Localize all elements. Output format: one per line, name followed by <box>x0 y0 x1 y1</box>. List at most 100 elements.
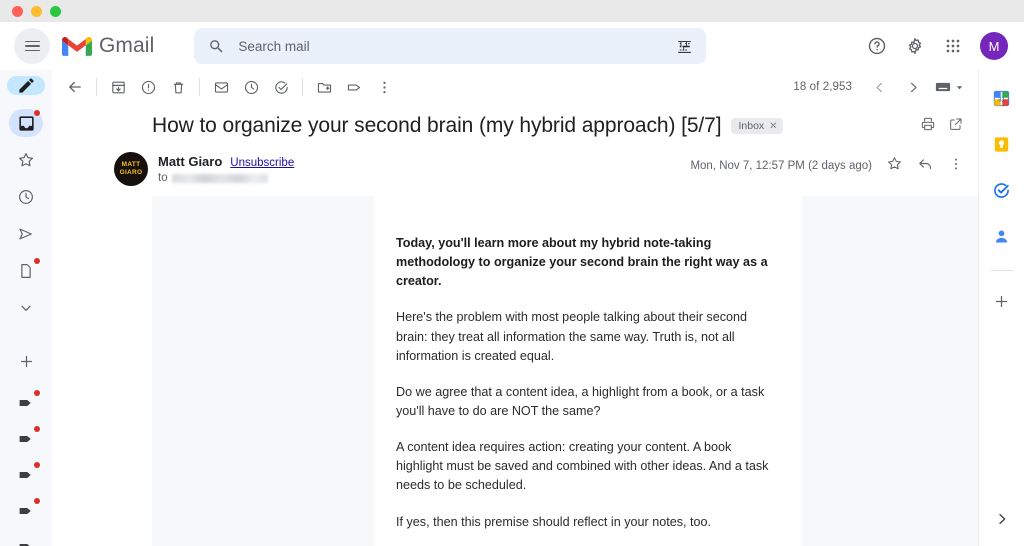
add-ons-button[interactable] <box>988 287 1016 315</box>
google-contacts-button[interactable] <box>988 222 1016 250</box>
sidebar-label-item[interactable] <box>9 425 43 453</box>
sidebar-item-starred[interactable] <box>9 146 43 174</box>
compose-pencil-icon <box>18 78 34 93</box>
unsubscribe-link[interactable]: Unsubscribe <box>230 157 294 169</box>
chevron-left-icon <box>875 82 882 92</box>
google-apps-grid-icon[interactable] <box>942 35 964 57</box>
expand-side-panel-button[interactable] <box>994 511 1010 532</box>
status-badge[interactable]: Inbox ✕ <box>731 118 783 134</box>
caret-down-icon <box>956 85 963 89</box>
window-maximize-button[interactable] <box>50 5 61 17</box>
clock-icon <box>19 190 33 204</box>
toolbar-divider <box>199 78 200 96</box>
help-question-icon[interactable] <box>866 35 888 57</box>
email-subject-row: How to organize your second brain (my hy… <box>52 104 978 146</box>
star-outline-icon <box>888 157 901 170</box>
google-tasks-button[interactable] <box>988 176 1016 204</box>
sidebar-label-item[interactable] <box>9 389 43 417</box>
settings-gear-icon[interactable] <box>904 35 926 57</box>
email-paragraph: If yes, then this premise should reflect… <box>396 514 712 529</box>
reply-button[interactable] <box>917 155 934 177</box>
label-unread-badge <box>34 426 40 432</box>
recipient-line[interactable]: to <box>158 172 294 184</box>
add-to-tasks-button[interactable] <box>266 72 296 102</box>
labels-button[interactable] <box>339 72 369 102</box>
sidebar-item-inbox[interactable] <box>9 109 43 137</box>
sidebar-item-drafts[interactable] <box>9 257 43 285</box>
back-button[interactable] <box>60 72 90 102</box>
email-body-card: Today, you'll learn more about my hybrid… <box>374 196 802 546</box>
gmail-window: Gmail Search mail M 18 of 2,953 How to o… <box>0 0 1024 546</box>
snooze-button[interactable] <box>236 72 266 102</box>
label-unread-badge <box>34 462 40 468</box>
popout-button[interactable] <box>948 116 964 137</box>
search-icon <box>210 39 223 53</box>
sidebar-label-item[interactable] <box>9 533 43 546</box>
sender-name-line: Matt Giaro Unsubscribe <box>158 154 294 169</box>
window-titlebar <box>0 0 1024 22</box>
email-paragraph: Here's the problem with most people talk… <box>396 310 748 363</box>
star-email-button[interactable] <box>886 155 903 177</box>
search-input[interactable] <box>238 38 676 54</box>
gmail-m-logo-icon <box>62 36 92 56</box>
sidebar-label-item[interactable] <box>9 497 43 525</box>
archive-button[interactable] <box>103 72 133 102</box>
email-subject-actions <box>920 116 964 137</box>
mark-unread-button[interactable] <box>206 72 236 102</box>
email-sender-row: MATT GIARO Matt Giaro Unsubscribe to Mon… <box>52 146 978 186</box>
label-list <box>9 389 43 546</box>
left-nav-rail <box>0 70 52 546</box>
google-keep-icon <box>994 136 1009 152</box>
window-close-button[interactable] <box>12 5 23 17</box>
more-vertical-dots-icon <box>955 158 957 169</box>
sender-avatar: MATT GIARO <box>114 152 148 186</box>
gmail-brand[interactable]: Gmail <box>62 34 154 58</box>
report-spam-button[interactable] <box>133 72 163 102</box>
sender-name[interactable]: Matt Giaro <box>158 154 222 169</box>
sidebar-item-more[interactable] <box>9 294 43 322</box>
avatar[interactable]: M <box>980 32 1008 60</box>
gmail-brand-label: Gmail <box>99 34 155 57</box>
label-tag-icon <box>19 436 31 442</box>
trash-delete-icon <box>173 81 183 93</box>
star-icon <box>19 153 33 167</box>
compose-button[interactable] <box>7 76 45 95</box>
label-tag-icon <box>347 83 360 91</box>
email-body-area: Today, you'll learn more about my hybrid… <box>152 196 978 546</box>
window-minimize-button[interactable] <box>31 5 42 17</box>
sidebar-label-item[interactable] <box>9 461 43 489</box>
search-bar[interactable] <box>194 28 707 64</box>
google-calendar-icon: 31 <box>993 90 1010 106</box>
email-reading-pane: 18 of 2,953 How to organize your second … <box>52 70 978 546</box>
open-in-new-window-icon <box>950 118 962 130</box>
google-contacts-icon <box>995 229 1008 242</box>
close-x-icon[interactable]: ✕ <box>769 121 777 132</box>
add-label-button[interactable] <box>9 347 43 375</box>
header-actions: M <box>866 32 1014 60</box>
mark-as-unread-envelope-icon <box>214 81 228 93</box>
google-keep-button[interactable] <box>988 130 1016 158</box>
delete-button[interactable] <box>163 72 193 102</box>
recipient-label: to <box>158 172 168 184</box>
label-tag-icon <box>19 544 30 546</box>
page-title: How to organize your second brain (my hy… <box>152 114 722 137</box>
email-meta: Mon, Nov 7, 12:57 PM (2 days ago) <box>690 152 964 177</box>
print-button[interactable] <box>920 116 936 137</box>
sidebar-item-sent[interactable] <box>9 220 43 248</box>
google-calendar-button[interactable]: 31 <box>988 84 1016 112</box>
email-more-button[interactable] <box>948 156 964 177</box>
chevron-right-icon <box>910 82 917 92</box>
sidebar-item-snoozed[interactable] <box>9 183 43 211</box>
sender-avatar-line2: GIARO <box>119 168 143 176</box>
next-email-button[interactable] <box>898 72 928 102</box>
hamburger-menu-icon[interactable] <box>14 28 50 64</box>
toolbar-divider <box>96 78 97 96</box>
pagination-counter: 18 of 2,953 <box>793 81 852 93</box>
input-tools-button[interactable] <box>932 72 966 102</box>
more-options-button[interactable] <box>369 72 399 102</box>
drafts-badge <box>34 258 40 264</box>
move-to-folder-icon <box>317 82 331 93</box>
previous-email-button[interactable] <box>864 72 894 102</box>
move-to-button[interactable] <box>309 72 339 102</box>
search-options-filter-icon[interactable] <box>675 37 694 56</box>
